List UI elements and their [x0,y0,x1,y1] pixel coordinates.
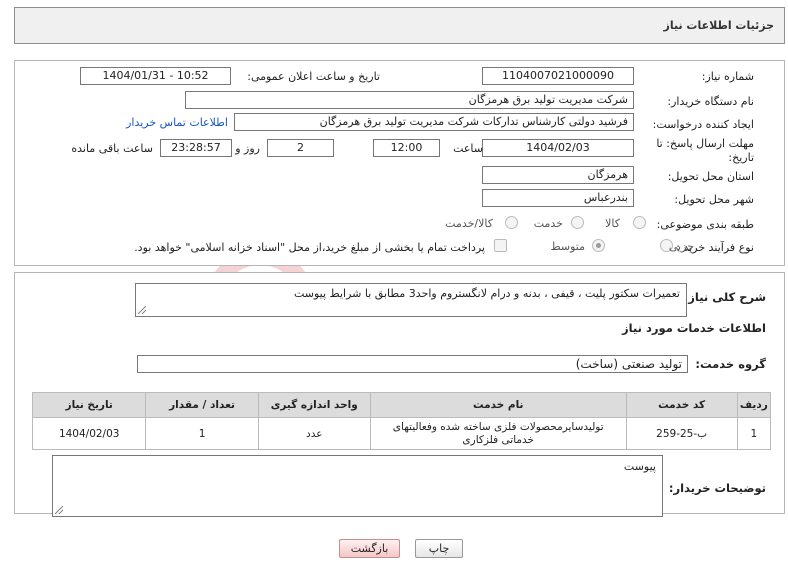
days-label: روز و [235,142,260,155]
category-label: طبقه بندی موضوعی: [656,218,754,231]
deadline-time-field: 12:00 [373,139,440,157]
buyer-notes-label: توضیحات خریدار: [668,481,766,495]
buyer-org-field: شرکت مدیریت تولید برق هرمزگان [185,91,634,109]
announce-datetime-label: تاریخ و ساعت اعلان عمومی: [247,70,380,83]
cell-unit: عدد [257,417,371,450]
summary-label: شرح کلی نیاز: [683,290,766,304]
treasury-payment-note: پرداخت تمام یا بخشی از مبلغ خرید،از محل … [134,241,485,254]
col-qty: تعداد / مقدار [145,392,259,418]
col-name: نام خدمت [369,392,627,418]
days-field: 2 [267,139,334,157]
col-date: تاریخ نیاز [31,392,147,418]
province-label: استان محل تحویل: [667,170,754,183]
cell-name: تولیدسایرمحصولات فلزی ساخته شده وفعالیته… [369,417,627,450]
announce-datetime-field: 1404/01/31 - 10:52 [80,67,231,85]
buyer-notes-textarea[interactable]: پیوست [52,455,663,517]
buyer-org-label: نام دستگاه خریدار: [667,95,754,108]
page-title: جزئیات اطلاعات نیاز [663,19,775,32]
buyer-notes-text: پیوست [623,460,656,473]
cell-qty: 1 [145,417,259,450]
purchase-radio-medium[interactable] [592,239,605,252]
purchase-option-minor: جزیی [668,240,694,253]
services-section-title: اطلاعات خدمات مورد نیاز [622,321,766,335]
summary-textarea[interactable]: تعمیرات سکتور پلیت ، قیفی ، بدنه و درام … [135,283,687,317]
city-field: بندرعباس [482,189,634,207]
table-row: 1 ب-25-259 تولیدسایرمحصولات فلزی ساخته ش… [31,417,772,450]
summary-text: تعمیرات سکتور پلیت ، قیفی ، بدنه و درام … [293,287,680,300]
col-row: ردیف [736,392,772,418]
back-button[interactable]: بازگشت [339,539,400,558]
deadline-date-label: تاریخ: [728,151,754,164]
resize-grip-icon[interactable] [55,506,63,514]
creator-field: فرشید دولتی کارشناس تدارکات شرکت مدیریت … [234,113,634,131]
buyer-contact-link[interactable]: اطلاعات تماس خریدار [126,116,228,129]
page-header: جزئیات اطلاعات نیاز [14,7,785,44]
cell-row: 1 [736,417,772,450]
remaining-time-field: 23:28:57 [160,139,232,157]
purchase-option-medium: متوسط [550,240,585,253]
col-code: کد خدمت [625,392,738,418]
resize-grip-icon[interactable] [138,306,146,314]
deadline-label: مهلت ارسال پاسخ: تا [656,137,754,150]
creator-label: ایجاد کننده درخواست: [652,118,754,131]
deadline-date-field: 1404/02/03 [482,139,634,157]
cell-code: ب-25-259 [625,417,738,450]
service-group-label: گروه خدمت: [695,357,766,371]
category-radio-goods-service[interactable] [505,216,518,229]
col-unit: واحد اندازه گیری [257,392,371,418]
remaining-time-label: ساعت باقی مانده [71,142,153,155]
category-option-goods: کالا [605,217,620,230]
category-radio-service[interactable] [571,216,584,229]
city-label: شهر محل تحویل: [674,193,754,206]
need-number-label: شماره نیاز: [701,70,754,83]
print-button[interactable]: چاپ [415,539,463,558]
category-option-goods-service: کالا/خدمت [445,217,493,230]
services-table: ردیف کد خدمت نام خدمت واحد اندازه گیری ت… [31,392,772,450]
category-option-service: خدمت [533,217,563,230]
cell-date: 1404/02/03 [31,417,147,450]
deadline-time-label: ساعت [453,142,483,155]
need-number-field: 1104007021000090 [482,67,634,85]
service-group-field: تولید صنعتی (ساخت) [137,355,688,373]
table-header-row: ردیف کد خدمت نام خدمت واحد اندازه گیری ت… [31,392,772,418]
category-radio-goods[interactable] [633,216,646,229]
treasury-payment-checkbox[interactable] [494,239,507,252]
province-field: هرمزگان [482,166,634,184]
